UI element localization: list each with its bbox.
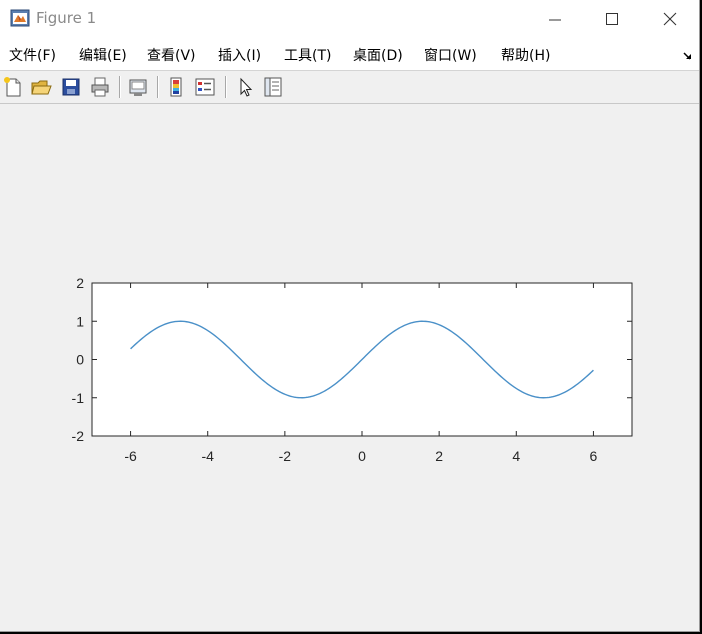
y-tick-label: 2 — [76, 275, 84, 291]
x-tick-label: 2 — [435, 448, 443, 464]
figure-window: Figure 1 文件(F) 编辑(E) 查看(V) 插入(I) 工具(T) 桌… — [0, 0, 700, 632]
insert-legend-icon[interactable] — [194, 76, 216, 98]
edit-plot-icon[interactable] — [235, 76, 257, 98]
matlab-icon — [10, 8, 30, 28]
menu-insert[interactable]: 插入(I) — [218, 45, 261, 65]
y-tick-label: -1 — [72, 390, 85, 406]
y-tick-label: 1 — [76, 313, 84, 329]
x-tick-label: 4 — [512, 448, 520, 464]
x-tick-label: 0 — [358, 448, 366, 464]
menu-view[interactable]: 查看(V) — [147, 45, 196, 65]
toolbar-separator — [157, 76, 159, 98]
menu-tools[interactable]: 工具(T) — [284, 45, 331, 65]
window-title: Figure 1 — [36, 9, 97, 27]
menu-edit[interactable]: 编辑(E) — [79, 45, 127, 65]
insert-colorbar-icon[interactable] — [165, 76, 187, 98]
menu-bar: 文件(F) 编辑(E) 查看(V) 插入(I) 工具(T) 桌面(D) 窗口(W… — [0, 38, 699, 71]
x-tick-label: 6 — [590, 448, 598, 464]
x-tick-label: -6 — [124, 448, 137, 464]
figure-toolbar — [0, 71, 699, 104]
menu-help[interactable]: 帮助(H) — [501, 45, 550, 65]
close-button[interactable] — [640, 0, 700, 38]
open-file-icon[interactable] — [30, 76, 52, 98]
close-icon — [663, 12, 677, 26]
print-icon[interactable] — [89, 76, 111, 98]
x-tick-label: -4 — [201, 448, 214, 464]
figure-canvas[interactable]: -6 -4 -2 0 2 4 6 -2 -1 0 1 2 — [0, 104, 699, 631]
save-icon[interactable] — [60, 76, 82, 98]
minimize-button[interactable] — [525, 0, 585, 38]
menu-file[interactable]: 文件(F) — [9, 45, 56, 65]
x-tick-label: -2 — [279, 448, 292, 464]
menu-window[interactable]: 窗口(W) — [424, 45, 477, 65]
y-tick-label: -2 — [72, 428, 85, 444]
menu-desktop[interactable]: 桌面(D) — [353, 45, 403, 65]
axes[interactable]: -6 -4 -2 0 2 4 6 -2 -1 0 1 2 — [0, 104, 699, 631]
maximize-button[interactable] — [582, 0, 642, 38]
maximize-icon — [606, 13, 618, 25]
y-tick-label: 0 — [76, 352, 84, 368]
minimize-icon — [549, 19, 561, 21]
title-bar[interactable]: Figure 1 — [0, 0, 699, 38]
new-figure-icon[interactable] — [2, 76, 24, 98]
toolbar-separator — [119, 76, 121, 98]
dock-arrow-icon[interactable] — [682, 47, 694, 66]
property-inspector-icon[interactable] — [262, 76, 284, 98]
link-plot-icon[interactable] — [127, 76, 149, 98]
toolbar-separator — [225, 76, 227, 98]
